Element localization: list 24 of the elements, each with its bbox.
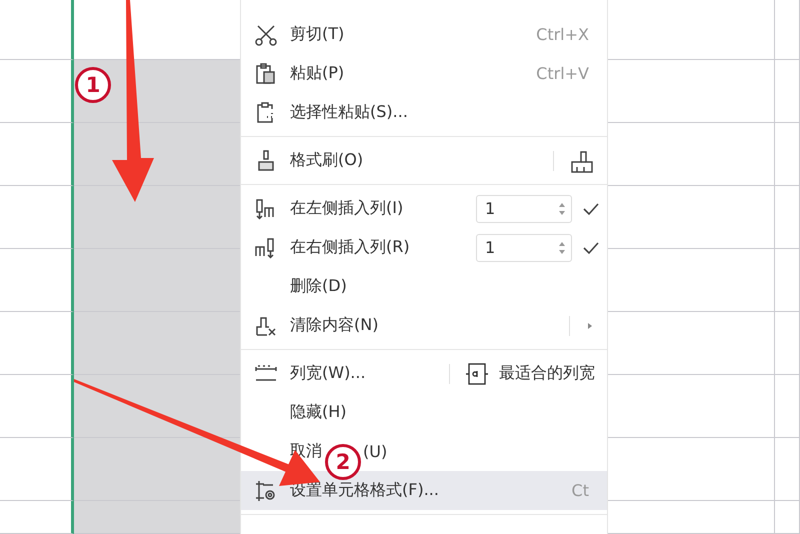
check-icon[interactable] (583, 240, 599, 254)
menu-label: (U) (363, 442, 388, 461)
menu-label[interactable]: 格式刷(O) (290, 150, 364, 171)
check-icon[interactable] (583, 202, 599, 216)
menu-label[interactable]: 粘贴(P) (290, 63, 344, 84)
spinner-arrows-icon[interactable] (557, 200, 567, 216)
menu-label[interactable]: 隐藏(H) (290, 402, 347, 423)
menu-label[interactable]: 选择性粘贴(S)... (290, 102, 408, 123)
menu-icon (254, 22, 278, 46)
menu-label[interactable]: 在右侧插入列(R) (290, 237, 410, 258)
column-fit-icon[interactable] (465, 362, 489, 386)
menu-label[interactable]: 清除内容(N) (290, 315, 378, 336)
menu-label[interactable]: 在左侧插入列(I) (290, 198, 404, 219)
number-field[interactable]: 1 (476, 234, 572, 262)
shortcut-text: Ctrl+V (536, 64, 589, 83)
number-field[interactable]: 1 (476, 194, 572, 222)
menu-icon (254, 62, 278, 86)
spinner-arrows-icon[interactable] (557, 240, 567, 256)
menu-label[interactable]: 删除(D) (290, 276, 347, 297)
menu-label[interactable]: 列宽(W)... (290, 363, 366, 384)
menu-label[interactable]: 最适合的列宽 (499, 363, 595, 384)
menu-label[interactable]: 剪切(T) (290, 24, 344, 45)
shortcut-text: Ct (572, 481, 589, 500)
shortcut-text: Ctrl+X (536, 25, 589, 44)
